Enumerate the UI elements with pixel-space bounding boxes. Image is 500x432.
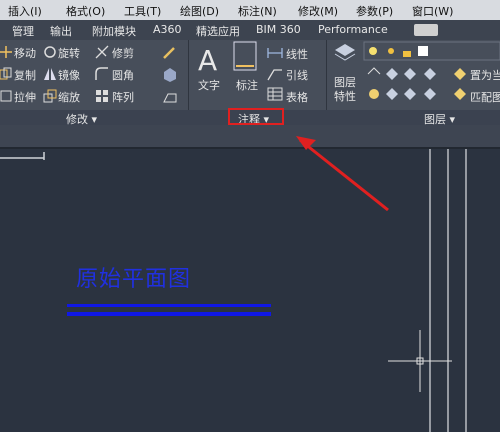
red-arrow [299, 138, 389, 212]
canvas-lines [0, 136, 467, 432]
crosshair-cursor [388, 330, 452, 392]
